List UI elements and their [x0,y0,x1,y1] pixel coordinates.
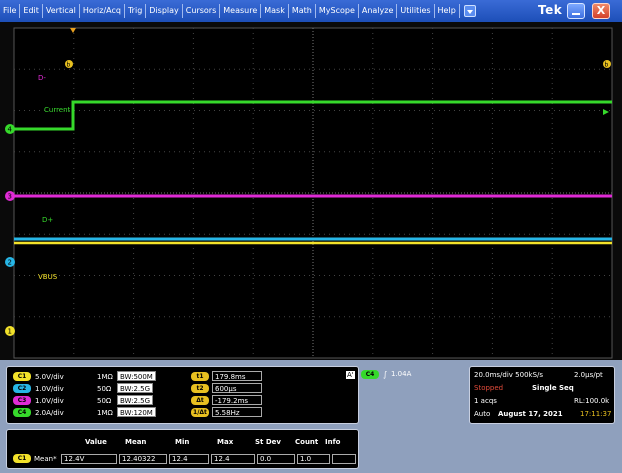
vbus-label: VBUS [38,273,58,281]
measure-cell: 0.0 [257,454,295,464]
ch1-marker-text: 1 [8,328,12,336]
channel-impedance: 50Ω [97,385,112,393]
cursor-t1-chip: t1 [191,372,209,381]
channel-scale: 1.0V/div [35,397,64,405]
measure-cell: 1.0 [297,454,330,464]
bw-prefix: BW: [120,397,134,405]
channel-scale: 2.0A/div [35,409,64,417]
acq-state: Stopped [474,384,504,392]
channel-bandwidth: BW:500M [117,371,156,381]
cursor-b-text-left: b [67,62,71,69]
channel-scale: 5.0V/div [35,373,64,381]
menu-item-analyze[interactable]: Analyze [359,4,398,18]
measure-header: Value [85,438,107,446]
channel-impedance: 1MΩ [97,409,113,417]
menu-dropdown-icon[interactable] [463,5,476,17]
measure-header: Info [325,438,341,446]
readout-area: C1 5.0V/div 1MΩ BW:500M C2 1.0V/div 50Ω B… [0,360,622,473]
menu-item-myscope[interactable]: MyScope [316,4,359,18]
current-label: Current [44,106,71,114]
bw-value: 2.5G [133,397,150,405]
trigger-channel-chip: C4 [361,370,379,379]
measure-header: Min [175,438,190,446]
channel-impedance: 50Ω [97,397,112,405]
menu-bar: File Edit Vertical Horiz/Acq Trig Display Curs… [0,0,622,22]
trigger-a-label: A' [346,371,355,379]
dplus-label: D+ [42,216,53,224]
channel-chip-c2[interactable]: C2 [13,384,31,393]
menu-item-display[interactable]: Display [146,4,183,18]
channel-bandwidth: BW:2.5G [117,383,153,393]
cursor-dt-value: -179.2ms [212,395,262,405]
menu-item-edit[interactable]: Edit [20,4,43,18]
measure-channel-chip: C1 [13,454,31,463]
cursor-inv-value: 5.58Hz [212,407,262,417]
bw-value: 2.5G [133,385,150,393]
time-per-point: 2.0μs/pt [574,371,603,379]
auto-label: Auto [474,410,491,418]
menu-item-help[interactable]: Help [435,4,460,18]
measure-name: Mean* [34,455,57,463]
bw-prefix: BW: [120,373,134,381]
record-length: RL:100.0k [574,397,610,405]
cursor-t1-value: 179.8ms [212,371,262,381]
bw-value: 500M [133,373,153,381]
minimize-button[interactable] [567,3,585,19]
horiz-scale: 20.0ms/div 500kS/s [474,371,544,379]
acq-mode: Single Seq [532,384,574,392]
menu-item-file[interactable]: File [0,4,21,18]
cursor-dt-chip: Δt [191,396,209,405]
dminus-label: D- [38,74,46,82]
measure-cell [332,454,356,464]
acq-date: August 17, 2021 [498,410,563,418]
channel-impedance: 1MΩ [97,373,113,381]
waveform-display[interactable]: D- Current D+ VBUS b b 4 3 2 1 [0,22,622,360]
trigger-level: 1.04A [391,370,412,378]
measure-cell: 12.4 [169,454,209,464]
cursor-t2-value: 600μs [212,383,262,393]
measure-cell: 12.4 [211,454,255,464]
channel-bandwidth: BW:120M [117,407,156,417]
trigger-slope-icon: ∫ [383,370,388,379]
bw-value: 120M [133,409,153,417]
menu-item-cursors[interactable]: Cursors [183,4,221,18]
menu-item-vertical[interactable]: Vertical [43,4,80,18]
measure-header: Count [295,438,319,446]
graticule: D- Current D+ VBUS b b 4 3 2 1 [5,27,613,359]
channel-chip-c1[interactable]: C1 [13,372,31,381]
cursor-b-text-right: b [605,62,609,69]
measure-header: Max [217,438,234,446]
menu-item-trig[interactable]: Trig [125,4,147,18]
cursor-inv-chip: 1/Δt [191,408,209,417]
cursor-t2-chip: t2 [191,384,209,393]
channel-chip-c4[interactable]: C4 [13,408,31,417]
bw-prefix: BW: [120,409,134,417]
bw-prefix: BW: [120,385,134,393]
menu-item-math[interactable]: Math [289,4,316,18]
acquisition-panel[interactable]: 20.0ms/div 500kS/s 2.0μs/pt Stopped Sing… [469,366,615,424]
channel-chip-c3[interactable]: C3 [13,396,31,405]
channel-readout-panel: C1 5.0V/div 1MΩ BW:500M C2 1.0V/div 50Ω B… [6,366,359,424]
measure-header: St Dev [255,438,281,446]
channel-bandwidth: BW:2.5G [117,395,153,405]
ch3-marker-text: 3 [8,193,12,201]
acq-count: 1 acqs [474,397,497,405]
close-button[interactable]: X [592,3,610,19]
measurement-panel[interactable]: Value Mean Min Max St Dev Count Info C1 Mean* … [6,429,359,469]
measure-cell: 12.4V [61,454,117,464]
measure-cell: 12.40322 [119,454,167,464]
measure-header: Mean [125,438,147,446]
menu-item-horiz-acq[interactable]: Horiz/Acq [80,4,125,18]
menu-list: File Edit Vertical Horiz/Acq Trig Display Curs… [0,0,460,22]
menu-item-utilities[interactable]: Utilities [397,4,435,18]
ch4-marker-text: 4 [8,126,13,134]
ch2-marker-text: 2 [8,259,12,267]
tek-logo: Tek [538,3,563,17]
channel-scale: 1.0V/div [35,385,64,393]
acq-time: 17:11:37 [580,410,612,418]
menu-item-measure[interactable]: Measure [220,4,262,18]
menu-item-mask[interactable]: Mask [261,4,289,18]
